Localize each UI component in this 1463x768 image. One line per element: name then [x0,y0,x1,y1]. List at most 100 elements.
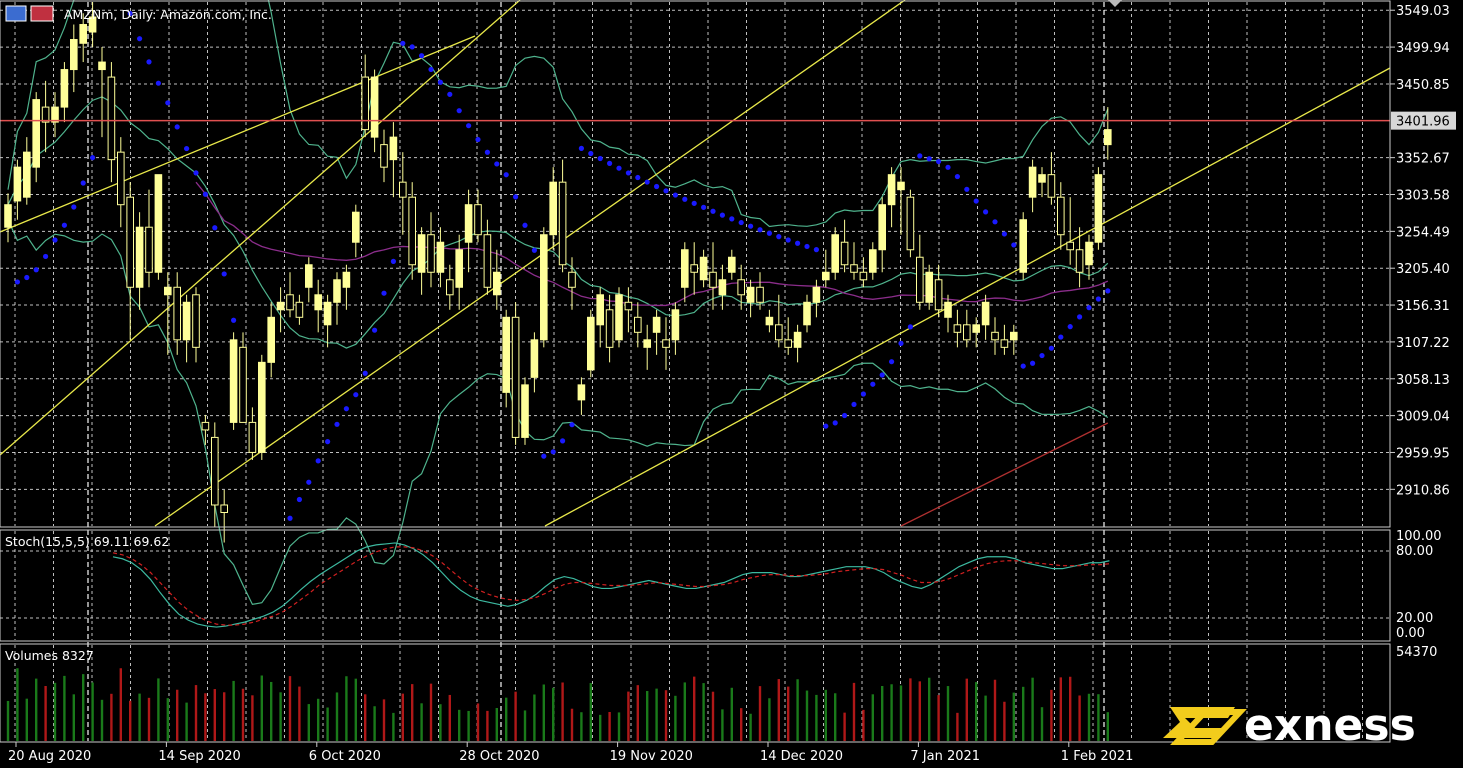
sar-dot [1067,324,1073,330]
sar-dot [945,164,951,170]
sar-dot [475,136,481,143]
candle-body [389,136,398,161]
sar-dot [879,372,885,378]
candle-body [699,256,708,281]
candle-body [323,301,332,326]
sar-dot [503,172,509,178]
axis-tick-label: 3303.58 [1396,188,1450,203]
sar-dot [287,515,293,521]
candle-body [32,99,41,168]
sar-dot [353,392,359,398]
sar-dot [870,381,876,387]
sar-dot [560,438,566,444]
sar-dot [165,100,171,106]
candle-body [493,271,501,296]
axis-tick-label: 3009.04 [1396,410,1450,425]
candle-body [276,301,285,311]
sar-dot [306,479,312,485]
stoch-tick-label: 20.00 [1396,611,1433,626]
candle-body [793,331,802,348]
sar-dot [917,153,923,159]
candle-body [1047,174,1056,198]
sar-dot [1105,288,1111,294]
sar-dot [409,44,415,50]
sar-dot [381,290,387,296]
axis-tick-label: 2959.95 [1396,446,1450,461]
candle-body [305,264,313,288]
sar-dot [635,174,641,181]
sar-dot [804,243,810,250]
sar-dot [1077,314,1083,320]
sar-dot [541,453,547,459]
sar-dot [964,186,970,192]
sar-dot [390,258,396,264]
candle-body [530,339,539,378]
sar-dot [889,359,895,365]
sar-dot [682,196,688,202]
sar-dot [1039,352,1045,359]
candle-body [117,151,125,206]
candle-body [1085,241,1093,266]
sar-dot [362,370,368,376]
sar-dot [766,230,773,236]
candle-body [192,294,200,348]
candle-body [98,61,106,71]
candle-body [681,249,689,288]
sar-dot [522,222,528,228]
sar-dot [1020,363,1026,369]
sar-dot [710,208,716,214]
sar-dot [616,165,622,171]
candle-body [173,286,181,341]
candle-body [314,294,322,311]
axis-tick-label: 3549.03 [1396,4,1450,19]
sar-dot [954,173,961,180]
candle-body [211,436,219,506]
sar-dot [823,423,829,429]
candle-body [850,264,858,273]
candle-body [41,106,50,123]
sar-dot [1086,305,1092,311]
candle-body [267,316,275,363]
sar-dot [1011,242,1017,248]
brand-name: exness [1244,700,1416,751]
sar-dot [1095,296,1101,302]
sar-dot [456,108,462,114]
sar-dot [33,267,39,273]
candle-body [643,339,652,348]
candle-body [1104,129,1112,146]
candle-body [1094,174,1103,243]
sar-dot [419,53,425,59]
candle-body [775,324,783,341]
sar-dot [832,420,838,426]
candle-body [79,24,88,44]
candle-body [361,76,369,131]
candle-body [436,241,445,273]
date-tick-label: 14 Dec 2020 [760,749,843,764]
candle-body [427,234,435,273]
candle-body [408,196,416,266]
sar-dot [221,271,227,277]
candle-body [756,286,764,303]
candle-body [295,301,304,318]
date-tick-label: 20 Aug 2020 [8,749,91,764]
candle-body [464,204,473,243]
candle-body [709,271,717,288]
candle-body [878,204,887,251]
volume-label: Volumes 8327 [5,648,94,663]
sar-dot [1001,231,1008,237]
sar-dot [437,79,443,85]
axis-tick-label: 3058.13 [1396,373,1450,388]
axis-tick-label: 3107.22 [1396,336,1450,351]
sar-dot [400,40,406,46]
candle-body [370,76,379,138]
sar-dot [1030,360,1036,366]
candle-body [737,279,746,296]
window-icon [5,5,27,22]
axis-tick-label: 3156.31 [1396,299,1450,314]
candle-body [944,301,952,318]
candle-body [417,234,426,273]
sar-dot [983,209,989,215]
sar-dot [174,124,180,130]
sar-dot [898,340,904,346]
candle-body [521,384,529,438]
